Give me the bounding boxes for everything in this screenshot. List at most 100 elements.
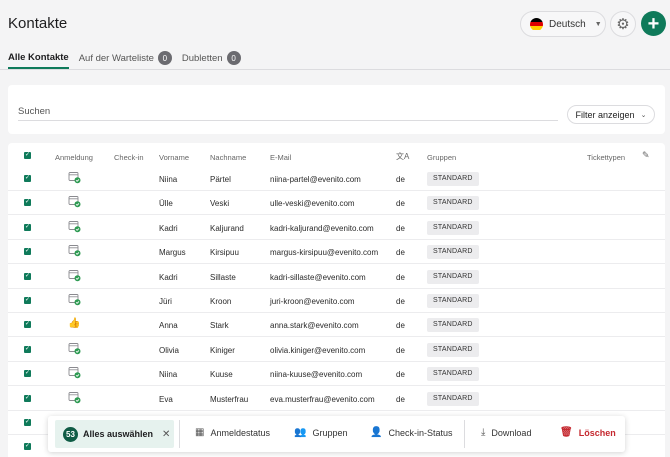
bulk-action-bar: 53 Alles auswählen ✕ ▦ Anmeldestatus 👥 G… <box>48 416 625 452</box>
table-row[interactable]: ✓ Jüri Kroon juri-kroon@evenito.com de STANDA… <box>8 289 665 313</box>
group-tag: STANDARD <box>427 172 479 186</box>
col-groups[interactable]: Gruppen <box>427 153 456 162</box>
first-name: Eva <box>159 394 173 404</box>
delete-button[interactable]: 🗑 Löschen <box>560 427 616 438</box>
first-name: Olivia <box>159 345 180 355</box>
first-name: Niina <box>159 175 178 184</box>
last-name: Pärtel <box>210 175 231 184</box>
last-name: Musterfrau <box>210 394 249 404</box>
first-name: Kadri <box>159 272 178 282</box>
calendar-check-icon <box>68 220 81 233</box>
tab-bar: Alle Kontakte Auf der Warteliste 0 Duble… <box>8 48 251 70</box>
select-all-checkbox[interactable]: ✓ <box>24 152 31 159</box>
action-label: Check-in-Status <box>388 427 453 438</box>
group-tag: STANDARD <box>427 196 479 211</box>
first-name: Margus <box>159 248 186 258</box>
first-name: Kadri <box>159 223 178 233</box>
search-input[interactable] <box>18 103 558 121</box>
table-row[interactable]: ✓ 👍 Anna Stark anna.stark@evenito.com de STAND… <box>8 313 665 338</box>
group-tag: STANDARD <box>427 367 479 382</box>
selected-count-badge: 53 <box>63 426 78 442</box>
calendar-check-icon <box>68 171 81 184</box>
tab-label: Dubletten <box>181 52 223 64</box>
row-checkbox[interactable]: ✓ <box>24 394 31 402</box>
email: kadri-sillaste@evenito.com <box>270 272 366 282</box>
row-checkbox[interactable]: ✓ <box>24 345 31 353</box>
translate-icon[interactable]: 文A <box>396 151 409 162</box>
row-checkbox[interactable]: ✓ <box>24 248 31 256</box>
group-tag: STANDARD <box>427 245 479 260</box>
action-label: Gruppen <box>312 427 348 438</box>
german-flag-icon <box>530 17 543 31</box>
row-checkbox[interactable]: ✓ <box>24 223 31 231</box>
table-row[interactable]: ✓ Niina Kuuse niina-kuuse@evenito.com de STAN… <box>8 362 665 387</box>
row-checkbox[interactable]: ✓ <box>24 321 31 329</box>
tab-label: Auf der Warteliste <box>78 52 154 64</box>
col-checkin[interactable]: Check-in <box>114 153 144 162</box>
row-checkbox[interactable]: ✓ <box>24 272 31 280</box>
table-header: ✓ Anmeldung Check-in Vorname Nachname E-… <box>8 143 665 167</box>
last-name: Kroon <box>210 297 232 306</box>
language-label: Deutsch <box>549 18 586 30</box>
row-checkbox[interactable]: ✓ <box>24 419 31 426</box>
tab-duplicates[interactable]: Dubletten 0 <box>182 48 241 68</box>
add-contact-button[interactable]: + <box>641 11 666 36</box>
calendar-check-icon <box>68 195 81 208</box>
last-name: Stark <box>210 321 229 331</box>
col-firstname[interactable]: Vorname <box>159 153 189 162</box>
language-selector[interactable]: Deutsch ▼ <box>520 11 606 37</box>
contacts-table: ✓ Anmeldung Check-in Vorname Nachname E-… <box>8 143 665 457</box>
tab-all-contacts[interactable]: Alle Kontakte <box>8 48 69 69</box>
download-button[interactable]: ⤓ Download <box>481 427 531 438</box>
language-code: de <box>396 321 405 331</box>
language-code: de <box>396 223 405 233</box>
checkin-status-button[interactable]: 👤 Check-in-Status <box>370 427 452 438</box>
email: eva.musterfrau@evenito.com <box>270 394 375 404</box>
show-filter-button[interactable]: Filter anzeigen ⌄ <box>567 105 655 124</box>
close-icon[interactable]: ✕ <box>162 429 170 440</box>
col-email[interactable]: E-Mail <box>270 153 291 162</box>
calendar-check-icon <box>68 244 81 257</box>
page-title: Kontakte <box>8 15 68 32</box>
row-checkbox[interactable]: ✓ <box>24 175 31 182</box>
email: margus-kirsipuu@evenito.com <box>270 248 379 258</box>
table-row[interactable]: ✓ Eva Musterfrau eva.musterfrau@evenito.com… <box>8 387 665 411</box>
action-label: Anmeldestatus <box>210 427 270 438</box>
last-name: Veski <box>210 199 230 209</box>
row-checkbox[interactable]: ✓ <box>24 297 31 304</box>
col-registration[interactable]: Anmeldung <box>55 153 93 162</box>
chevron-down-icon: ⌄ <box>640 111 647 119</box>
first-name: Anna <box>159 321 178 331</box>
edit-columns-pencil-icon[interactable]: ✎ <box>642 150 650 161</box>
table-row[interactable]: ✓ Ülle Veski ulle-veski@evenito.com de STANDA… <box>8 191 665 216</box>
group-tag: STANDARD <box>427 342 479 357</box>
language-code: de <box>396 248 405 258</box>
table-row[interactable]: ✓ Olivia Kiniger olivia.kiniger@evenito.com… <box>8 338 665 362</box>
group-icon: 👥 <box>294 427 307 438</box>
row-checkbox[interactable]: ✓ <box>24 443 31 451</box>
registration-status-button[interactable]: ▦ Anmeldestatus <box>195 427 270 438</box>
first-name: Niina <box>159 370 178 380</box>
language-code: de <box>396 199 405 209</box>
table-row[interactable]: ✓ Kadri Sillaste kadri-sillaste@evenito.com… <box>8 265 665 289</box>
tab-waitlist[interactable]: Auf der Warteliste 0 <box>79 48 172 68</box>
group-tag: STANDARD <box>427 269 479 284</box>
groups-button[interactable]: 👥 Gruppen <box>294 427 347 438</box>
row-checkbox[interactable]: ✓ <box>24 370 31 378</box>
caret-down-icon: ▼ <box>594 20 602 28</box>
row-checkbox[interactable]: ✓ <box>24 199 31 207</box>
settings-button[interactable]: ⚙ <box>610 11 636 37</box>
group-tag: STANDARD <box>427 220 479 235</box>
col-lastname[interactable]: Nachname <box>210 153 246 162</box>
last-name: Kuuse <box>210 370 233 380</box>
table-row[interactable]: ✓ Kadri Kaljurand kadri-kaljurand@evenito.c… <box>8 216 665 240</box>
email: juri-kroon@evenito.com <box>270 297 355 306</box>
calendar-check-icon <box>68 366 81 379</box>
col-tickettypes[interactable]: Tickettypen <box>587 153 625 162</box>
divider <box>464 420 465 448</box>
trash-icon: 🗑 <box>560 427 573 438</box>
table-row[interactable]: ✓ Niina Pärtel niina-partel@evenito.com de ST… <box>8 167 665 191</box>
select-all-button[interactable]: 53 Alles auswählen ✕ <box>55 420 174 448</box>
table-row[interactable]: ✓ Margus Kirsipuu margus-kirsipuu@evenito.c… <box>8 240 665 265</box>
last-name: Sillaste <box>210 272 236 282</box>
